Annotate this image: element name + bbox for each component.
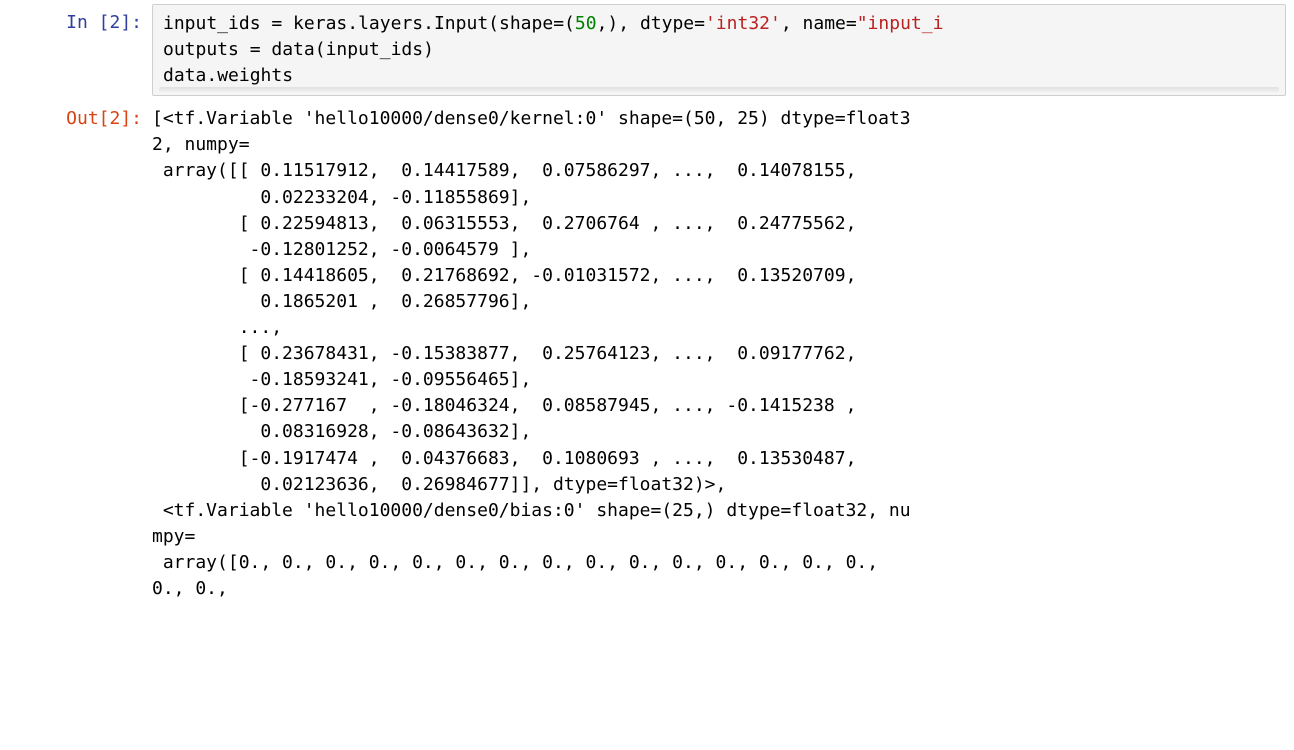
out-prompt: Out[2]: <box>12 100 152 132</box>
output-line: -0.18593241, -0.09556465], <box>152 369 531 390</box>
code-token: name <box>803 13 846 34</box>
code-token: , <box>597 13 608 34</box>
output-line: 0.08316928, -0.08643632], <box>152 421 531 442</box>
output-text: [<tf.Variable 'hello10000/dense0/kernel:… <box>152 100 1286 602</box>
output-line: 2, numpy= <box>152 134 250 155</box>
code-token: outputs <box>163 39 250 60</box>
output-line: [ 0.23678431, -0.15383877, 0.25764123, .… <box>152 343 856 364</box>
code-token: data <box>163 65 206 86</box>
code-token: = <box>250 39 261 60</box>
code-input[interactable]: input_ids = keras.layers.Input(shape=(50… <box>152 4 1286 96</box>
output-line: 0., 0., <box>152 578 228 599</box>
output-line: [ 0.14418605, 0.21768692, -0.01031572, .… <box>152 265 856 286</box>
output-line: 0.02123636, 0.26984677]], dtype=float32)… <box>152 474 726 495</box>
output-cell: Out[2]: [<tf.Variable 'hello10000/dense0… <box>0 96 1294 602</box>
code-token: = <box>553 13 564 34</box>
code-token: = <box>271 13 282 34</box>
code-token: 'int32' <box>705 13 781 34</box>
input-area-wrap: input_ids = keras.layers.Input(shape=(50… <box>152 4 1286 96</box>
code-token: "input_i <box>857 13 944 34</box>
code-token: data <box>261 39 315 60</box>
output-line: -0.12801252, -0.0064579 ], <box>152 239 531 260</box>
code-token: ) <box>607 13 618 34</box>
code-token: ( <box>315 39 326 60</box>
code-token: . <box>347 13 358 34</box>
output-line: [-0.1917474 , 0.04376683, 0.1080693 , ..… <box>152 448 856 469</box>
output-line: mpy= <box>152 526 195 547</box>
output-line: 0.1865201 , 0.26857796], <box>152 291 531 312</box>
output-line: array([[ 0.11517912, 0.14417589, 0.07586… <box>152 160 856 181</box>
code-token: = <box>846 13 857 34</box>
output-line: <tf.Variable 'hello10000/dense0/bias:0' … <box>152 500 911 521</box>
code-token: layers <box>358 13 423 34</box>
code-token: input_ids <box>326 39 424 60</box>
input-cell: In [2]: input_ids = keras.layers.Input(s… <box>0 0 1294 96</box>
code-token: ( <box>488 13 499 34</box>
code-token: ) <box>423 39 434 60</box>
code-token: ( <box>564 13 575 34</box>
code-token: keras <box>282 13 347 34</box>
code-token: Input <box>434 13 488 34</box>
code-token: = <box>694 13 705 34</box>
output-line: array([0., 0., 0., 0., 0., 0., 0., 0., 0… <box>152 552 878 573</box>
code-token: weights <box>217 65 293 86</box>
output-line: [-0.277167 , -0.18046324, 0.08587945, ..… <box>152 395 856 416</box>
code-token: 50 <box>575 13 597 34</box>
code-token: input_ids <box>163 13 271 34</box>
output-line: 0.02233204, -0.11855869], <box>152 187 531 208</box>
in-prompt: In [2]: <box>12 4 152 36</box>
code-token: . <box>423 13 434 34</box>
code-token: , <box>781 13 803 34</box>
output-line: [ 0.22594813, 0.06315553, 0.2706764 , ..… <box>152 213 856 234</box>
output-line: ..., <box>152 317 282 338</box>
code-token: dtype <box>640 13 694 34</box>
output-line: [<tf.Variable 'hello10000/dense0/kernel:… <box>152 108 911 129</box>
code-token: shape <box>499 13 553 34</box>
code-token: , <box>618 13 640 34</box>
code-token: . <box>206 65 217 86</box>
